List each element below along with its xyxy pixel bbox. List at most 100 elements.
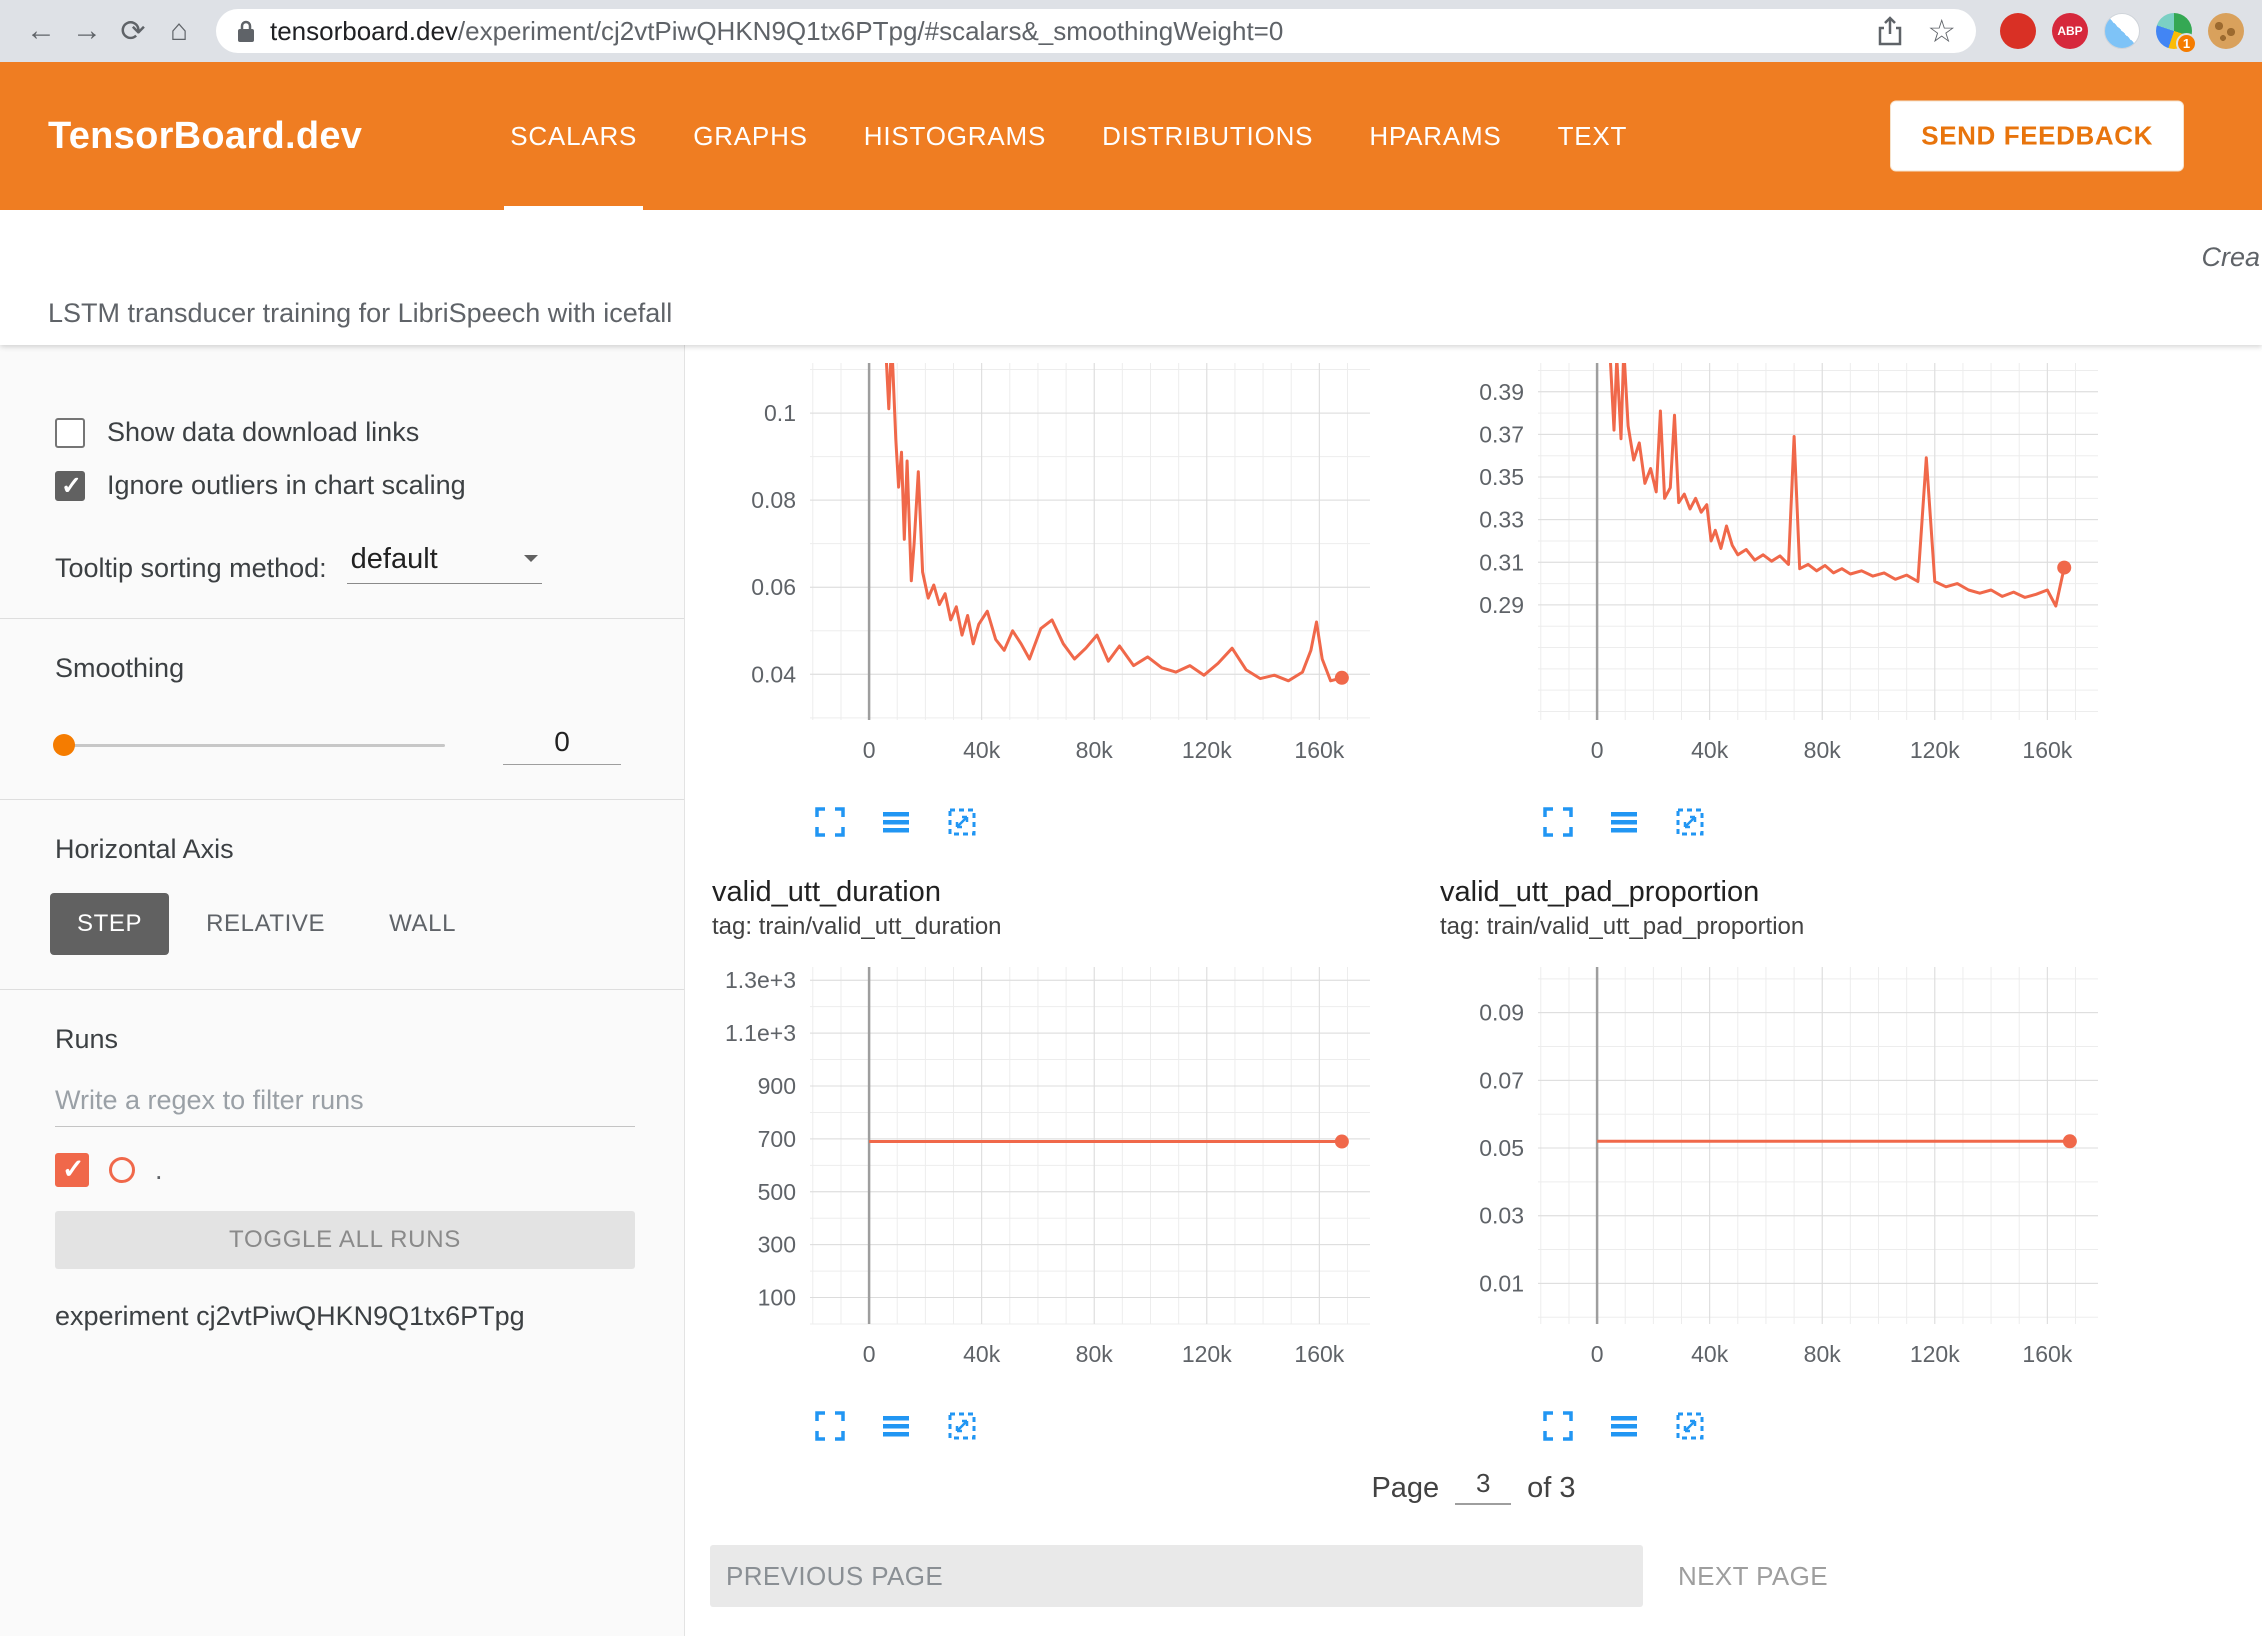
tensorboard-header: TensorBoard.dev SCALARS GRAPHS HISTOGRAM… — [0, 62, 2262, 210]
svg-text:160k: 160k — [1294, 737, 1344, 763]
ignore-outliers-checkbox[interactable] — [55, 471, 85, 501]
svg-text:1.1e+3: 1.1e+3 — [725, 1020, 796, 1046]
svg-text:160k: 160k — [2022, 737, 2072, 763]
scalar-chart-1[interactable]: 0.290.310.330.350.370.39040k80k120k160k — [1438, 345, 2138, 802]
expand-chart-icon[interactable] — [1540, 1408, 1576, 1444]
cookie-extension-icon[interactable] — [2208, 13, 2244, 49]
svg-text:40k: 40k — [1691, 1341, 1729, 1367]
expand-chart-icon[interactable] — [1540, 804, 1576, 840]
svg-text:0.01: 0.01 — [1479, 1270, 1524, 1296]
show-download-links-label: Show data download links — [107, 417, 419, 448]
toggle-all-runs-button[interactable]: TOGGLE ALL RUNS — [55, 1211, 635, 1269]
svg-text:0.03: 0.03 — [1479, 1203, 1524, 1229]
bookmark-star-icon[interactable]: ☆ — [1927, 12, 1956, 50]
chart-card-0: 0.040.060.080.1040k80k120k160k — [710, 345, 1410, 840]
svg-text:0.37: 0.37 — [1479, 421, 1524, 447]
svg-text:0.33: 0.33 — [1479, 507, 1524, 533]
scalar-chart-2[interactable]: 1003005007009001.1e+31.3e+3040k80k120k16… — [710, 949, 1410, 1406]
send-feedback-button[interactable]: SEND FEEDBACK — [1890, 101, 2184, 172]
svg-text:40k: 40k — [1691, 737, 1729, 763]
experiment-description: LSTM transducer training for LibriSpeech… — [48, 298, 672, 329]
run-row: . — [55, 1153, 684, 1187]
tab-hparams[interactable]: HPARAMS — [1341, 62, 1529, 210]
tooltip-sorting-dropdown[interactable]: default — [347, 543, 542, 584]
smoothing-value-input[interactable] — [503, 726, 621, 765]
svg-text:0.04: 0.04 — [751, 661, 796, 687]
previous-page-button[interactable]: PREVIOUS PAGE — [710, 1545, 1643, 1607]
tab-scalars[interactable]: SCALARS — [482, 62, 665, 210]
chart-title: valid_utt_duration — [712, 876, 1410, 909]
svg-text:700: 700 — [758, 1126, 796, 1152]
url-text: tensorboard.dev/experiment/cj2vtPiwQHKN9… — [270, 16, 1283, 47]
svg-text:300: 300 — [758, 1232, 796, 1258]
show-download-links-row: Show data download links — [55, 417, 684, 448]
scalars-dashboard: 0.040.060.080.1040k80k120k160k 0.290.310… — [685, 345, 2262, 1636]
svg-text:0.06: 0.06 — [751, 574, 796, 600]
runs-selector-icon[interactable] — [1606, 804, 1642, 840]
tab-graphs[interactable]: GRAPHS — [665, 62, 836, 210]
runs-selector-icon[interactable] — [1606, 1408, 1642, 1444]
axis-relative-button[interactable]: RELATIVE — [179, 893, 352, 955]
tab-text[interactable]: TEXT — [1530, 62, 1656, 210]
adblock-extension-icon[interactable] — [2000, 13, 2036, 49]
next-page-button[interactable]: NEXT PAGE — [1678, 1561, 1828, 1592]
ignore-outliers-row: Ignore outliers in chart scaling — [55, 470, 684, 501]
svg-text:0.07: 0.07 — [1479, 1067, 1524, 1093]
svg-text:0.29: 0.29 — [1479, 592, 1524, 618]
back-icon[interactable]: ← — [18, 14, 64, 48]
expand-chart-icon[interactable] — [812, 804, 848, 840]
smoothing-slider-thumb[interactable] — [53, 734, 75, 756]
page-number-input[interactable] — [1455, 1468, 1511, 1505]
svg-text:0.09: 0.09 — [1479, 1000, 1524, 1026]
abp-extension-icon[interactable]: ABP — [2052, 13, 2088, 49]
fit-domain-icon[interactable] — [1672, 1408, 1708, 1444]
svg-text:0: 0 — [1591, 737, 1604, 763]
svg-text:40k: 40k — [963, 737, 1001, 763]
screenshot-extension-icon[interactable] — [2104, 13, 2140, 49]
runs-selector-icon[interactable] — [878, 1408, 914, 1444]
svg-text:500: 500 — [758, 1179, 796, 1205]
tab-distributions[interactable]: DISTRIBUTIONS — [1074, 62, 1341, 210]
page-total-label: of 3 — [1527, 1472, 1575, 1505]
svg-text:0.39: 0.39 — [1479, 379, 1524, 405]
scalar-chart-3[interactable]: 0.010.030.050.070.09040k80k120k160k — [1438, 949, 2138, 1406]
fit-domain-icon[interactable] — [944, 1408, 980, 1444]
axis-wall-button[interactable]: WALL — [362, 893, 483, 955]
svg-text:80k: 80k — [1804, 1341, 1842, 1367]
axis-step-button[interactable]: STEP — [50, 893, 169, 955]
svg-text:40k: 40k — [963, 1341, 1001, 1367]
home-icon[interactable]: ⌂ — [156, 14, 202, 48]
address-bar[interactable]: tensorboard.dev/experiment/cj2vtPiwQHKN9… — [216, 9, 1976, 53]
show-download-links-checkbox[interactable] — [55, 418, 85, 448]
fit-domain-icon[interactable] — [944, 804, 980, 840]
svg-text:0.05: 0.05 — [1479, 1135, 1524, 1161]
svg-text:0.35: 0.35 — [1479, 464, 1524, 490]
created-text-partial: Crea — [2201, 242, 2260, 273]
share-icon[interactable] — [1877, 16, 1903, 46]
svg-text:120k: 120k — [1182, 737, 1232, 763]
svg-text:0: 0 — [863, 1341, 876, 1367]
tooltip-sorting-label: Tooltip sorting method: — [55, 553, 327, 584]
svg-text:120k: 120k — [1910, 1341, 1960, 1367]
svg-text:0: 0 — [1591, 1341, 1604, 1367]
runs-selector-icon[interactable] — [878, 804, 914, 840]
scalar-chart-0[interactable]: 0.040.060.080.1040k80k120k160k — [710, 345, 1410, 802]
reload-icon[interactable]: ⟳ — [110, 14, 156, 49]
page-label: Page — [1371, 1472, 1439, 1505]
profile-avatar-icon[interactable]: 1 — [2156, 13, 2192, 49]
smoothing-slider[interactable] — [55, 744, 445, 747]
expand-chart-icon[interactable] — [812, 1408, 848, 1444]
experiment-info-bar: Crea LSTM transducer training for LibriS… — [0, 210, 2262, 345]
forward-icon[interactable]: → — [64, 14, 110, 48]
chart-tag: tag: train/valid_utt_duration — [712, 913, 1410, 941]
extension-icons: ABP 1 — [2000, 13, 2244, 49]
sidebar-divider — [0, 799, 684, 800]
horizontal-axis-label: Horizontal Axis — [55, 834, 684, 865]
fit-domain-icon[interactable] — [1672, 804, 1708, 840]
chart-card-2: valid_utt_duration tag: train/valid_utt_… — [710, 862, 1410, 1444]
runs-filter-input[interactable] — [55, 1085, 635, 1127]
svg-text:0.31: 0.31 — [1479, 549, 1524, 575]
tab-histograms[interactable]: HISTOGRAMS — [836, 62, 1074, 210]
svg-text:120k: 120k — [1182, 1341, 1232, 1367]
run-checkbox[interactable] — [55, 1153, 89, 1187]
